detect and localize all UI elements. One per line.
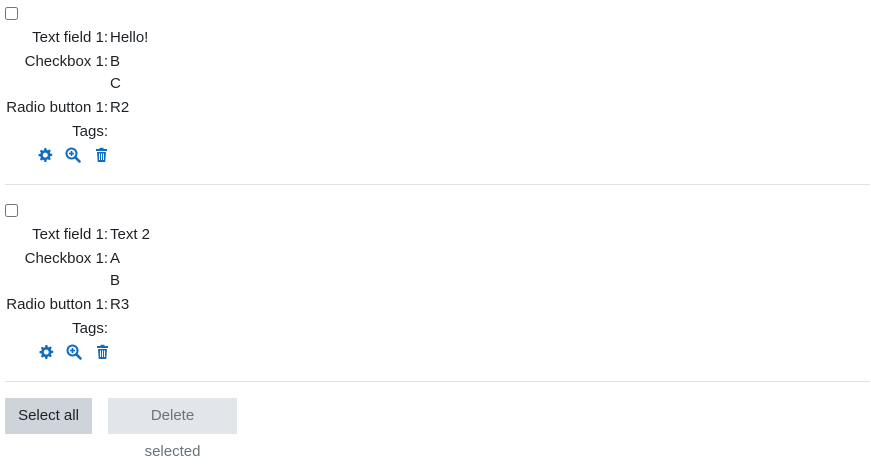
checkbox-value: A <box>110 250 121 267</box>
checkbox-field-row: Checkbox 1: A <box>0 249 400 269</box>
checkbox-field-row-cont: C <box>0 74 400 94</box>
zoom-in-icon[interactable] <box>65 147 81 163</box>
radio-field-value: R3 <box>110 296 130 313</box>
delete-selected-button[interactable]: Delete selected <box>108 398 237 460</box>
radio-field-value: R2 <box>110 99 130 116</box>
entry-divider <box>5 184 870 185</box>
zoom-in-icon[interactable] <box>66 344 82 360</box>
radio-field-row: Radio button 1: R2 <box>0 98 400 118</box>
text-field-label: Text field 1: <box>32 226 108 243</box>
trash-icon[interactable] <box>94 147 110 163</box>
radio-field-label: Radio button 1: <box>6 296 108 313</box>
text-field-value: Hello! <box>110 29 149 46</box>
text-field-value: Text 2 <box>110 226 151 243</box>
gear-icon[interactable] <box>38 344 54 360</box>
gear-icon[interactable] <box>37 147 53 163</box>
tags-label: Tags: <box>72 320 108 337</box>
checkbox-value: C <box>110 75 121 92</box>
text-field-row: Text field 1: Text 2 <box>0 225 400 245</box>
radio-field-label: Radio button 1: <box>6 99 108 116</box>
entry-divider <box>5 381 870 382</box>
text-field-row: Text field 1: Hello! <box>0 28 400 48</box>
tags-label: Tags: <box>72 123 108 140</box>
tags-row: Tags: <box>0 319 400 339</box>
checkbox-field-label: Checkbox 1: <box>24 53 108 70</box>
checkbox-field-row-cont: B <box>0 271 400 291</box>
entry-select-checkbox[interactable] <box>5 204 18 217</box>
trash-icon[interactable] <box>95 344 111 360</box>
text-field-label: Text field 1: <box>32 29 108 46</box>
radio-field-row: Radio button 1: R3 <box>0 295 400 315</box>
tags-row: Tags: <box>0 122 400 142</box>
select-all-button[interactable]: Select all <box>5 398 92 434</box>
checkbox-field-row: Checkbox 1: B <box>0 52 400 72</box>
checkbox-value: B <box>110 272 121 289</box>
entry-select-checkbox[interactable] <box>5 7 18 20</box>
checkbox-value: B <box>110 53 121 70</box>
checkbox-field-label: Checkbox 1: <box>24 250 108 267</box>
